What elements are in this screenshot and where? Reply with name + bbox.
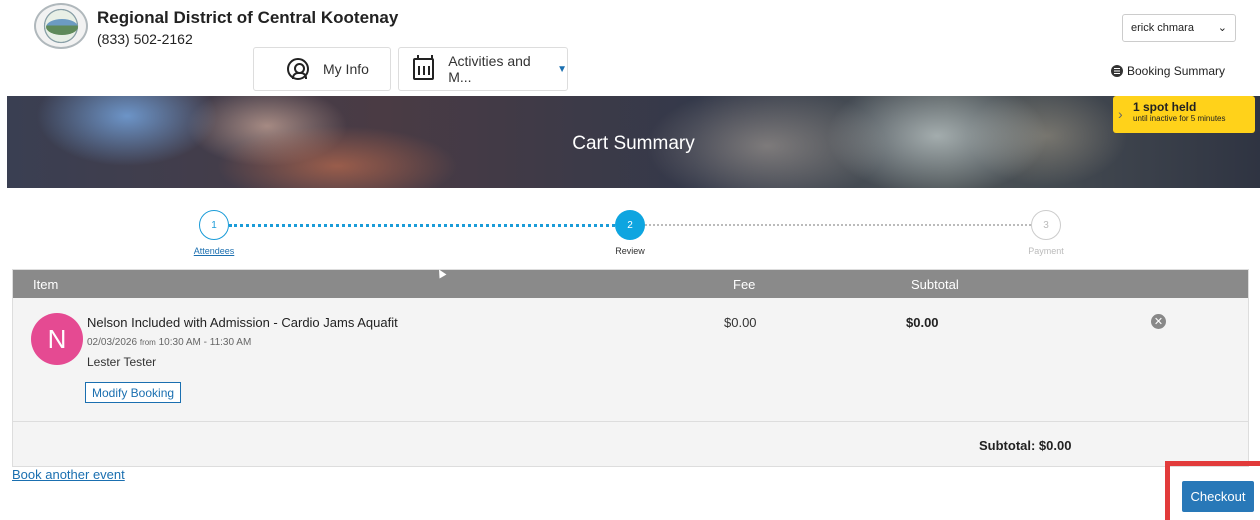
chevron-down-icon: ⌄ xyxy=(1217,22,1227,34)
spot-held-title: 1 spot held xyxy=(1133,100,1197,114)
list-icon xyxy=(1111,65,1123,77)
remove-item-icon[interactable]: ✕ xyxy=(1151,314,1166,329)
user-select[interactable]: erick chmara ⌄ xyxy=(1122,14,1236,42)
item-attendee: Lester Tester xyxy=(87,355,157,369)
column-header-item: Item xyxy=(33,277,59,292)
avatar: N xyxy=(31,313,83,365)
booking-summary-label: Booking Summary xyxy=(1127,64,1226,78)
page-title: Cart Summary xyxy=(572,133,695,154)
column-header-fee: Fee xyxy=(733,277,756,292)
book-another-event-link[interactable]: Book another event xyxy=(12,467,125,482)
table-header: Item Fee Subtotal xyxy=(13,270,1248,298)
item-date: 02/03/2026 xyxy=(87,337,138,348)
step-2-circle: 2 xyxy=(615,210,645,240)
column-header-subtotal: Subtotal xyxy=(911,277,959,292)
cart-table: Item Fee Subtotal N Nelson Included with… xyxy=(12,269,1249,467)
table-row: N Nelson Included with Admission - Cardi… xyxy=(13,298,1248,422)
checkout-button[interactable]: Checkout xyxy=(1182,481,1254,512)
modify-booking-button[interactable]: Modify Booking xyxy=(85,382,182,403)
spot-held-subtitle: until inactive for 5 minutes xyxy=(1133,114,1226,123)
my-info-label: My Info xyxy=(323,61,369,77)
chevron-right-icon: › xyxy=(1118,106,1123,122)
step-1-circle[interactable]: 1 xyxy=(199,210,229,240)
calendar-icon xyxy=(413,55,435,80)
org-phone: (833) 502-2162 xyxy=(97,31,193,47)
booking-summary-link[interactable]: Booking Summary xyxy=(1111,64,1225,78)
item-fee: $0.00 xyxy=(724,315,757,330)
cart-banner: Cart Summary xyxy=(7,96,1260,188)
my-info-button[interactable]: My Info xyxy=(253,47,391,91)
cart-subtotal: Subtotal: $0.00 xyxy=(979,438,1072,453)
item-from: from xyxy=(139,338,156,347)
user-select-value: erick chmara xyxy=(1131,22,1194,34)
org-name: Regional District of Central Kootenay xyxy=(97,8,399,27)
step-2-label: Review xyxy=(615,246,645,256)
activities-menu-button[interactable]: Activities and M... ▼ xyxy=(398,47,568,91)
step-connector-completed xyxy=(229,224,615,227)
person-icon xyxy=(287,58,309,80)
step-3-circle: 3 xyxy=(1031,210,1061,240)
item-subtotal: $0.00 xyxy=(906,315,939,330)
step-connector-pending xyxy=(645,224,1031,226)
item-title: Nelson Included with Admission - Cardio … xyxy=(87,315,398,330)
item-time: 10:30 AM - 11:30 AM xyxy=(158,337,252,348)
step-1-label[interactable]: Attendees xyxy=(174,246,254,256)
caret-down-icon: ▼ xyxy=(557,63,567,75)
spot-held-notice[interactable]: › 1 spot held until inactive for 5 minut… xyxy=(1113,96,1255,133)
org-logo[interactable] xyxy=(34,3,88,49)
activities-label: Activities and M... xyxy=(448,53,531,85)
step-3-label: Payment xyxy=(1028,246,1064,256)
item-datetime: 02/03/2026 from 10:30 AM - 11:30 AM xyxy=(87,337,251,348)
